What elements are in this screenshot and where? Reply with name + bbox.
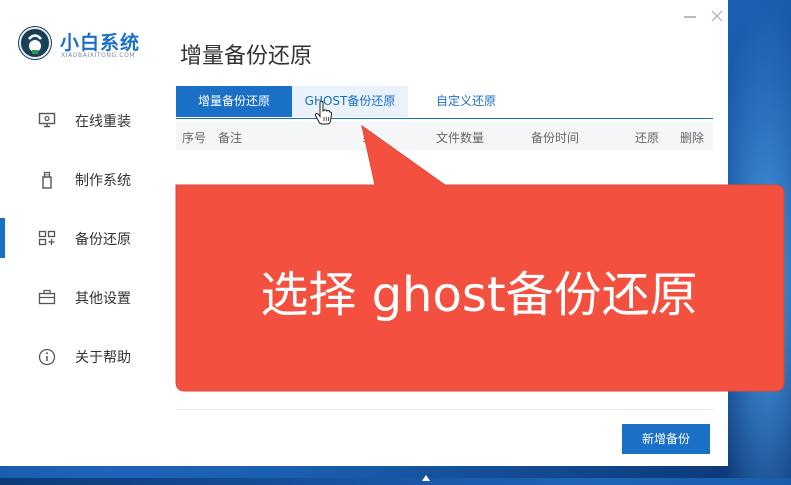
page-title: 增量备份还原 — [180, 44, 313, 69]
usb-drive-icon — [38, 171, 56, 189]
table-header: 序号 备注 系 文件数量 备份时间 还原 删除 — [176, 122, 713, 150]
tab-ghost-backup[interactable]: GHOST备份还原 — [292, 86, 408, 117]
hand-cursor-icon — [314, 100, 333, 126]
active-indicator — [0, 218, 5, 258]
app-subtitle: XIAOBAIXITONG.COM — [61, 52, 136, 59]
backup-grid-icon — [38, 230, 56, 246]
column-header-delete: 删除 — [680, 131, 705, 145]
tab-incremental-backup[interactable]: 增量备份还原 — [176, 86, 292, 117]
sidebar-item-label: 其他设置 — [75, 291, 131, 307]
app-window: 小白系统 XIAOBAIXITONG.COM 在线重装 制作系统 备份还原 其他… — [0, 0, 728, 466]
sidebar-item-make-system[interactable]: 制作系统 — [0, 159, 156, 199]
close-icon[interactable] — [709, 8, 725, 24]
callout-text: 选择 ghost备份还原 — [260, 267, 698, 323]
divider — [176, 409, 713, 410]
column-header-restore: 还原 — [635, 131, 660, 145]
add-backup-button[interactable]: 新增备份 — [622, 424, 710, 454]
monitor-icon — [38, 112, 56, 128]
app-logo: 小白系统 XIAOBAIXITONG.COM — [18, 22, 158, 66]
sidebar-item-label: 备份还原 — [75, 232, 131, 248]
sidebar-item-about-help[interactable]: 关于帮助 — [0, 336, 156, 376]
sidebar-item-other-settings[interactable]: 其他设置 — [0, 277, 156, 317]
minimize-button[interactable] — [684, 16, 696, 18]
sidebar-item-online-reinstall[interactable]: 在线重装 — [0, 100, 156, 140]
app-name: 小白系统 — [60, 32, 141, 54]
column-header-file-count: 文件数量 — [436, 131, 485, 145]
logo-mark-icon — [18, 26, 52, 60]
column-header-index: 序号 — [182, 131, 207, 145]
column-header-backup-time: 备份时间 — [531, 131, 580, 145]
briefcase-icon — [38, 289, 56, 305]
info-icon — [38, 348, 56, 366]
sidebar: 小白系统 XIAOBAIXITONG.COM 在线重装 制作系统 备份还原 其他… — [0, 0, 156, 466]
tab-custom-restore[interactable]: 自定义还原 — [408, 86, 524, 117]
column-header-system: 系 — [362, 131, 375, 145]
tab-bar: 增量备份还原 GHOST备份还原 自定义还原 — [176, 86, 713, 119]
taskbar-indicator-icon — [422, 466, 430, 481]
sidebar-item-backup-restore[interactable]: 备份还原 — [0, 218, 156, 258]
column-header-note: 备注 — [218, 131, 243, 145]
sidebar-item-label: 关于帮助 — [75, 350, 131, 366]
sidebar-item-label: 制作系统 — [75, 173, 131, 189]
sidebar-item-label: 在线重装 — [75, 114, 131, 130]
